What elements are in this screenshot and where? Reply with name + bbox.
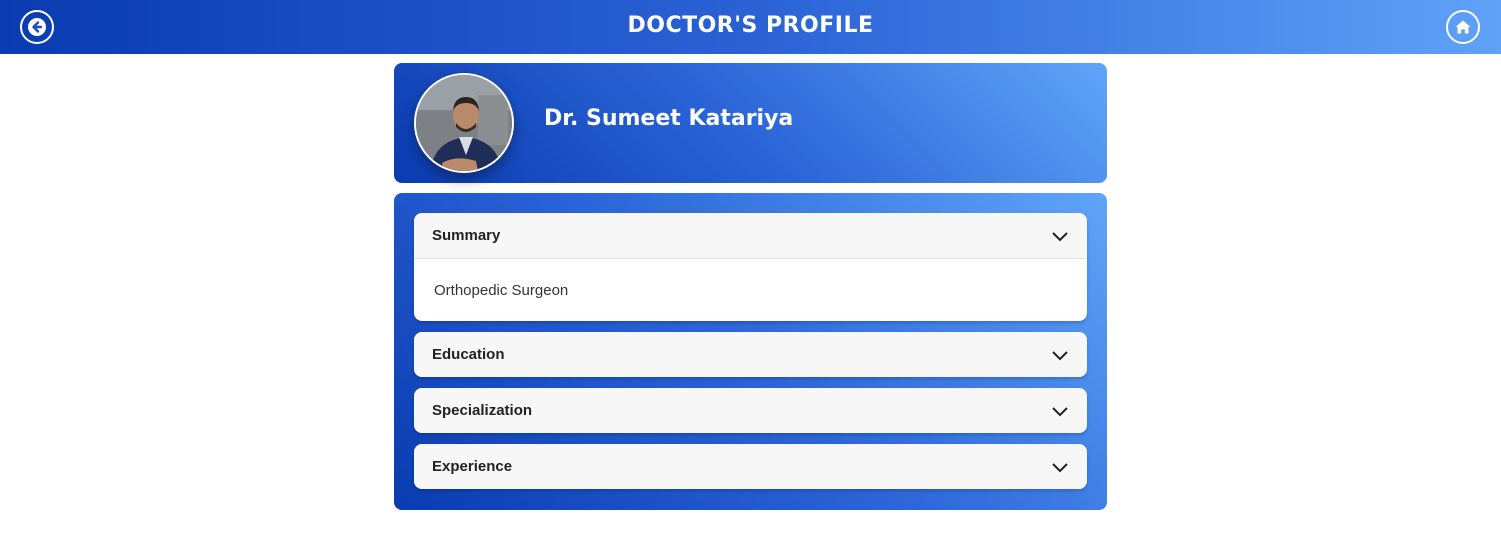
chevron-down-icon: [1052, 232, 1068, 242]
accordion-header-summary[interactable]: Summary: [414, 213, 1087, 258]
accordion-header-education[interactable]: Education: [414, 332, 1087, 377]
profile-card: Dr. Sumeet Katariya: [394, 63, 1107, 183]
accordion-item-specialization: Specialization: [414, 388, 1087, 433]
page-title: DOCTOR'S PROFILE: [627, 13, 874, 38]
doctor-photo: [416, 75, 512, 171]
home-button[interactable]: [1446, 10, 1480, 44]
accordion-label: Experience: [432, 458, 513, 475]
home-icon: [1455, 20, 1471, 34]
doctor-name: Dr. Sumeet Katariya: [544, 106, 794, 131]
accordion-item-experience: Experience: [414, 444, 1087, 489]
accordion-header-specialization[interactable]: Specialization: [414, 388, 1087, 433]
accordion-item-education: Education: [414, 332, 1087, 377]
details-card: Summary Orthopedic Surgeon Education Spe…: [394, 193, 1107, 510]
chevron-down-icon: [1052, 407, 1068, 417]
accordion-label: Education: [432, 346, 505, 363]
accordion-body-summary: Orthopedic Surgeon: [414, 258, 1087, 321]
accordion-label: Summary: [432, 227, 501, 244]
chevron-down-icon: [1052, 351, 1068, 361]
accordion-header-experience[interactable]: Experience: [414, 444, 1087, 489]
top-bar: DOCTOR'S PROFILE: [0, 0, 1501, 54]
accordion-label: Specialization: [432, 402, 533, 419]
chevron-down-icon: [1052, 463, 1068, 473]
summary-text: Orthopedic Surgeon: [434, 282, 569, 299]
accordion-item-summary: Summary Orthopedic Surgeon: [414, 213, 1087, 321]
avatar: [414, 73, 514, 173]
